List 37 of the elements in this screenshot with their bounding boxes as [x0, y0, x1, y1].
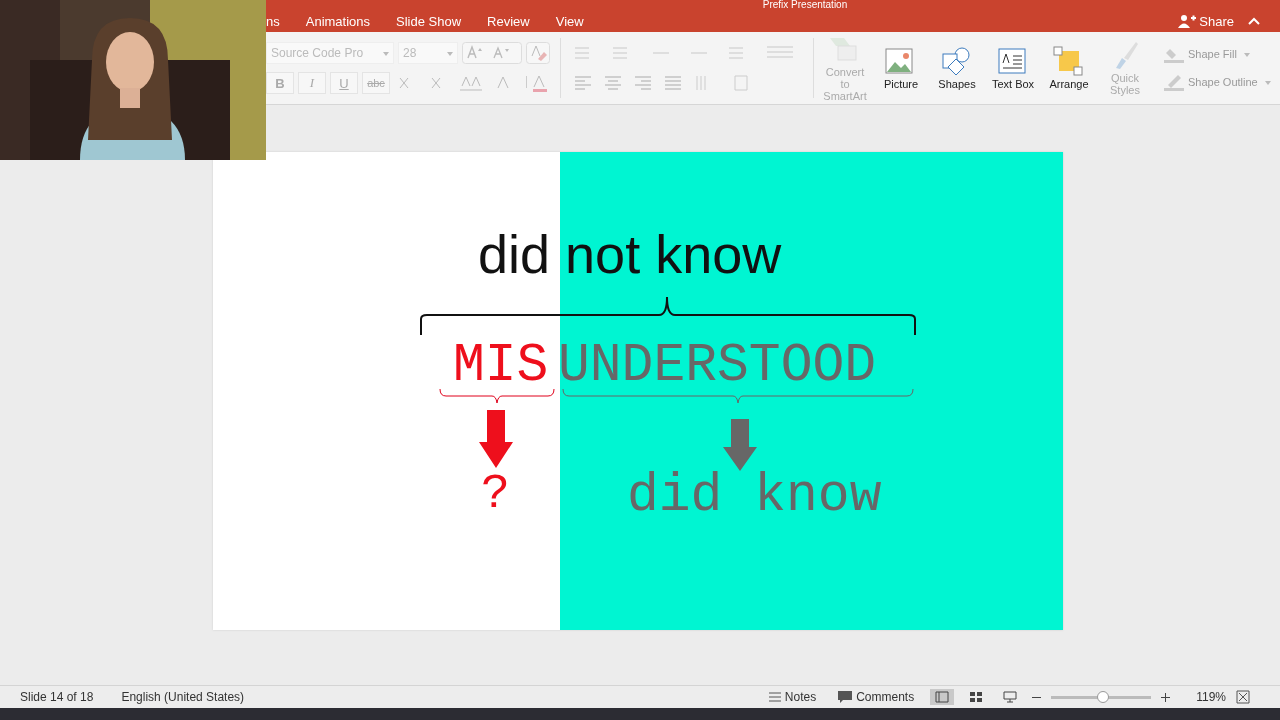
- slide-title: did not know: [478, 223, 782, 286]
- arrange-icon: [1052, 46, 1086, 76]
- language-label[interactable]: English (United States): [121, 690, 245, 704]
- ribbon-tab[interactable]: Animations: [292, 13, 384, 29]
- share-button[interactable]: Share: [1172, 12, 1240, 30]
- window-title: Prefix Presentation: [762, 0, 848, 10]
- ribbon-tool-button[interactable]: Arrange: [1044, 46, 1094, 90]
- ribbon-tab[interactable]: ns: [266, 13, 293, 29]
- notes-button[interactable]: Notes: [762, 689, 823, 705]
- presenter-view-icon: [1003, 691, 1018, 703]
- collapse-icon[interactable]: [1248, 17, 1260, 25]
- slide-counter: Slide 14 of 18: [20, 690, 94, 704]
- root-word: UNDERSTOOD: [558, 344, 877, 388]
- down-arrow-icon: [479, 410, 513, 468]
- comments-button[interactable]: Comments: [832, 689, 921, 705]
- ribbon-tool-button[interactable]: Picture: [876, 46, 926, 90]
- zoom-in-button[interactable]: [1161, 692, 1171, 702]
- prefix-word: MIS: [453, 344, 549, 388]
- grid-view-icon: [969, 691, 984, 703]
- ribbon-tool-button[interactable]: Text Box: [988, 46, 1038, 90]
- fit-to-window-icon[interactable]: [1236, 690, 1250, 704]
- question-mark: ?: [481, 472, 510, 516]
- clear-format-icon[interactable]: [526, 42, 550, 64]
- person-add-icon: [1178, 14, 1197, 28]
- ribbon-tab[interactable]: Review: [474, 13, 543, 29]
- plus-icon: [1161, 692, 1171, 702]
- notes-icon: [768, 692, 781, 702]
- down-arrow-icon: [723, 419, 757, 471]
- zoom-slider-thumb[interactable]: [1097, 691, 1110, 703]
- ribbon-tab[interactable]: View: [542, 13, 597, 29]
- pencil-icon: [1164, 73, 1184, 91]
- font-size-step-icon[interactable]: [462, 42, 522, 64]
- normal-view-icon: [935, 691, 950, 703]
- ribbon-tool-button[interactable]: Shapes: [932, 46, 982, 90]
- comment-icon: [838, 691, 853, 703]
- ribbon-tab[interactable]: Slide Show: [383, 13, 475, 29]
- zoom-percentage: 119%: [1196, 690, 1226, 704]
